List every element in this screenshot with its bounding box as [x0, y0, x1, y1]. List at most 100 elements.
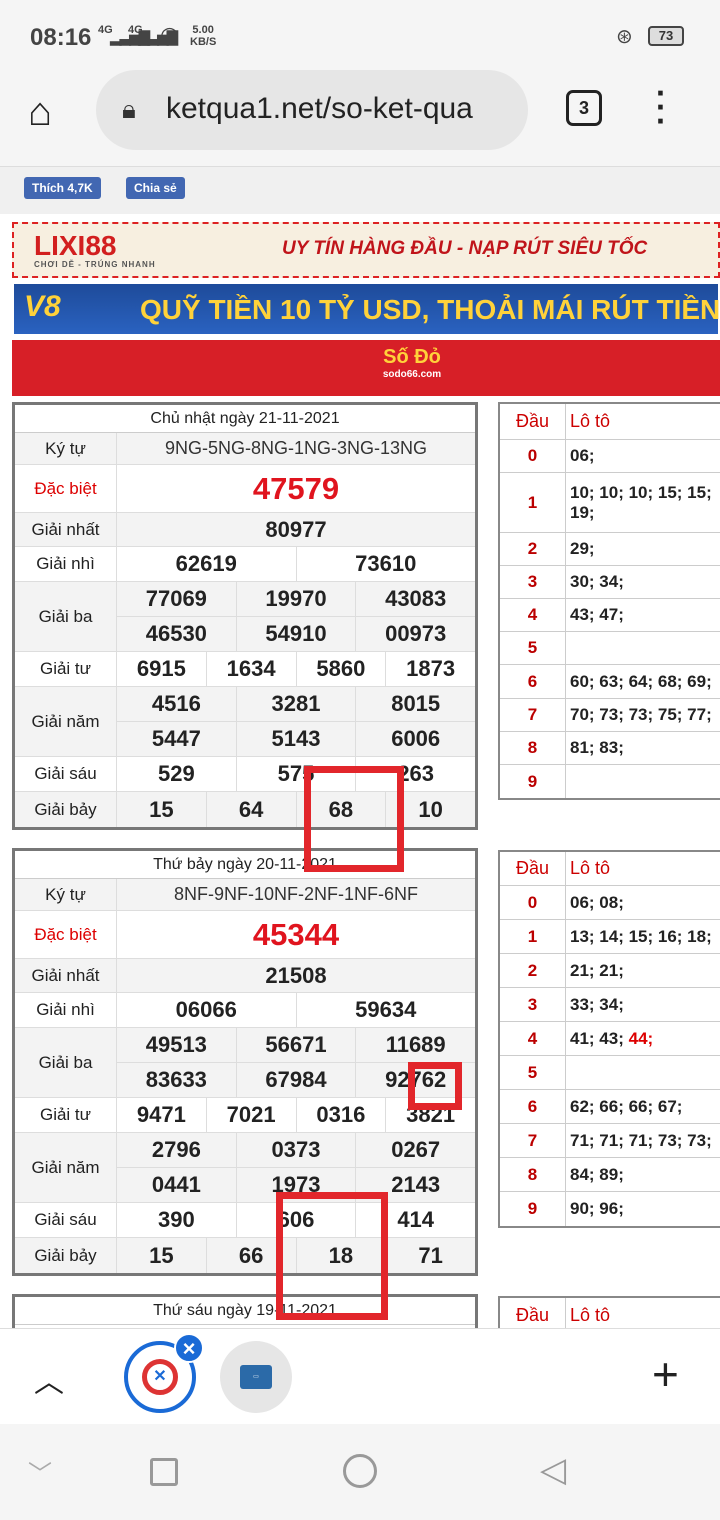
more-icon[interactable]: · · · [656, 77, 667, 137]
chevron-down-icon[interactable]: ﹀ [28, 1454, 52, 1489]
result-date: Chủ nhật ngày 21-11-2021 [15, 405, 475, 433]
prize-value: 5860 [297, 652, 387, 686]
address-bar[interactable]: 🔒︎ ketqua1.net/so-ket-qua [96, 70, 528, 150]
result-date: Thứ sáu ngày 19-11-2021 [15, 1297, 475, 1325]
lock-icon: 🔒︎ [122, 94, 136, 124]
loto-values: 33; 34; [570, 994, 624, 1014]
sodo-sub: sodo66.com [382, 369, 442, 380]
tab-thumbnail-active[interactable]: ✕ × [124, 1333, 204, 1413]
loto-values: 06; 08; [570, 892, 624, 912]
loto-row: 6 62; 66; 66; 67; [500, 1090, 720, 1124]
tab-thumbnail[interactable]: ▭ [220, 1341, 292, 1413]
loto-values: 41; 43; 44; [566, 1022, 720, 1055]
highlight-box [408, 1062, 462, 1110]
loto-values [566, 765, 720, 798]
v8-banner[interactable]: V8 QUỸ TIỀN 10 TỶ USD, THOẢI MÁI RÚT TIỀ… [12, 282, 720, 336]
highlight-box [304, 766, 404, 872]
row-label: Giải ba [15, 582, 117, 651]
loto-values: 71; 71; 71; 73; 73; [570, 1130, 712, 1150]
row-giai-tu: Giải tư 6915 1634 5860 1873 [15, 652, 475, 687]
loto-hot-value: 44; [628, 1028, 654, 1048]
loto-values: 60; 63; 64; 68; 69; [570, 671, 712, 691]
prize-value: 390 [117, 1203, 237, 1237]
tabs-icon[interactable]: 3 [566, 90, 602, 126]
row-label: Giải bảy [15, 792, 117, 827]
loto-head: 5 [500, 632, 566, 664]
prize-value: 529 [117, 757, 237, 791]
plus-icon[interactable]: + [652, 1347, 679, 1401]
close-icon[interactable]: × [174, 1333, 204, 1363]
loto-head: 8 [500, 732, 566, 764]
like-button[interactable]: Thích 4,7K [24, 177, 101, 199]
loto-head: 1 [500, 473, 566, 532]
loto-values: 10; 10; 10; 15; 15; 19; [570, 482, 712, 522]
clock: 08:16 [30, 24, 92, 51]
prize-value: 54910 [237, 617, 357, 651]
prize-value: 0267 [391, 1137, 441, 1162]
home-icon[interactable]: ⌂ [28, 90, 52, 135]
loto-row: 7 70; 73; 73; 75; 77; [500, 699, 720, 732]
prize-value: 1634 [207, 652, 297, 686]
url-text[interactable]: ketqua1.net/so-ket-qua [166, 92, 516, 126]
loto-head: 6 [500, 665, 566, 698]
loto-row: 8 84; 89; [500, 1158, 720, 1192]
prize-value: 83633 [117, 1063, 237, 1097]
back-icon[interactable]: ◁ [540, 1450, 566, 1490]
loto-row: 0 06; [500, 440, 720, 473]
loto-row: 5 [500, 632, 720, 665]
loto-head: 7 [500, 699, 566, 731]
loto-row: 6 60; 63; 64; 68; 69; [500, 665, 720, 699]
row-giai-tu: Giải tư 9471 7021 0316 3821 [15, 1098, 475, 1133]
row-ky-tu: Ký tự 9NG-5NG-8NG-1NG-3NG-13NG [15, 433, 475, 465]
prize-value: 49513 [117, 1028, 237, 1062]
loto-values: 29; [570, 539, 595, 558]
loto-head: 3 [500, 566, 566, 598]
loto-head-dau: Đầu [500, 404, 566, 439]
ky-tu-value: 9NG-5NG-8NG-1NG-3NG-13NG [164, 438, 428, 458]
row-giai-sau: Giải sáu 529 575 263 [15, 757, 475, 792]
loto-row: 3 33; 34; [500, 988, 720, 1022]
loto-head: 2 [500, 533, 566, 565]
row-giai-ba: Giải ba 49513 56671 11689 83633 67984 92… [15, 1028, 475, 1098]
chevron-up-icon[interactable]: ︿ [34, 1357, 64, 1401]
result-table: Thứ sáu ngày 19-11-2021 [12, 1294, 478, 1328]
loto-head: 9 [500, 765, 566, 798]
prize-value: 73610 [355, 551, 417, 576]
row-label: Giải nhì [15, 547, 117, 581]
prize-value: 5143 [237, 722, 357, 756]
loto-header: Đầu Lô tô [500, 404, 720, 440]
home-button-icon[interactable] [343, 1454, 377, 1488]
lixi-sub: CHƠI DỄ - TRÚNG NHANH [34, 260, 156, 269]
lixi-banner[interactable]: LIXI88 CHƠI DỄ - TRÚNG NHANH UY TÍN HÀNG… [12, 222, 720, 278]
loto-head: 2 [500, 954, 566, 987]
loto-values [566, 1056, 720, 1089]
sodo-banner[interactable]: Số Đỏ sodo66.com [12, 340, 720, 396]
recents-icon[interactable] [150, 1458, 178, 1486]
special-prize-value: 47579 [252, 470, 340, 506]
prize-value: 0441 [117, 1168, 237, 1202]
prize-value: 0373 [237, 1133, 357, 1167]
loto-values: 21; 21; [570, 960, 624, 980]
prize-value: 62619 [117, 547, 297, 581]
row-label: Ký tự [15, 879, 117, 910]
row-label: Giải nhất [15, 959, 117, 992]
prize-value: 56671 [237, 1028, 357, 1062]
row-label: Giải sáu [15, 757, 117, 791]
loto-head-dau: Đầu [500, 1298, 566, 1328]
loto-head: 7 [500, 1124, 566, 1157]
speed-unit: KB/S [190, 36, 217, 48]
loto-values-plain: 41; 43; [570, 1028, 624, 1048]
site-favicon: ✕ [142, 1359, 178, 1395]
v8-logo: V8 [24, 290, 61, 323]
row-label: Giải năm [15, 1133, 117, 1202]
row-label: Giải nhất [15, 513, 117, 546]
row-dac-biet: Đặc biệt 45344 [15, 911, 475, 959]
share-button[interactable]: Chia sẻ [126, 177, 185, 199]
row-label: Đặc biệt [15, 465, 117, 512]
row-giai-nhi: Giải nhì 62619 73610 [15, 547, 475, 582]
loto-values [566, 632, 720, 664]
prize-value: 21508 [265, 962, 327, 988]
row-giai-nhat: Giải nhất 80977 [15, 513, 475, 547]
loto-values: 43; 47; [570, 605, 624, 624]
browser-toolbar: ⌂ 🔒︎ ketqua1.net/so-ket-qua 3 · · · [0, 70, 720, 166]
